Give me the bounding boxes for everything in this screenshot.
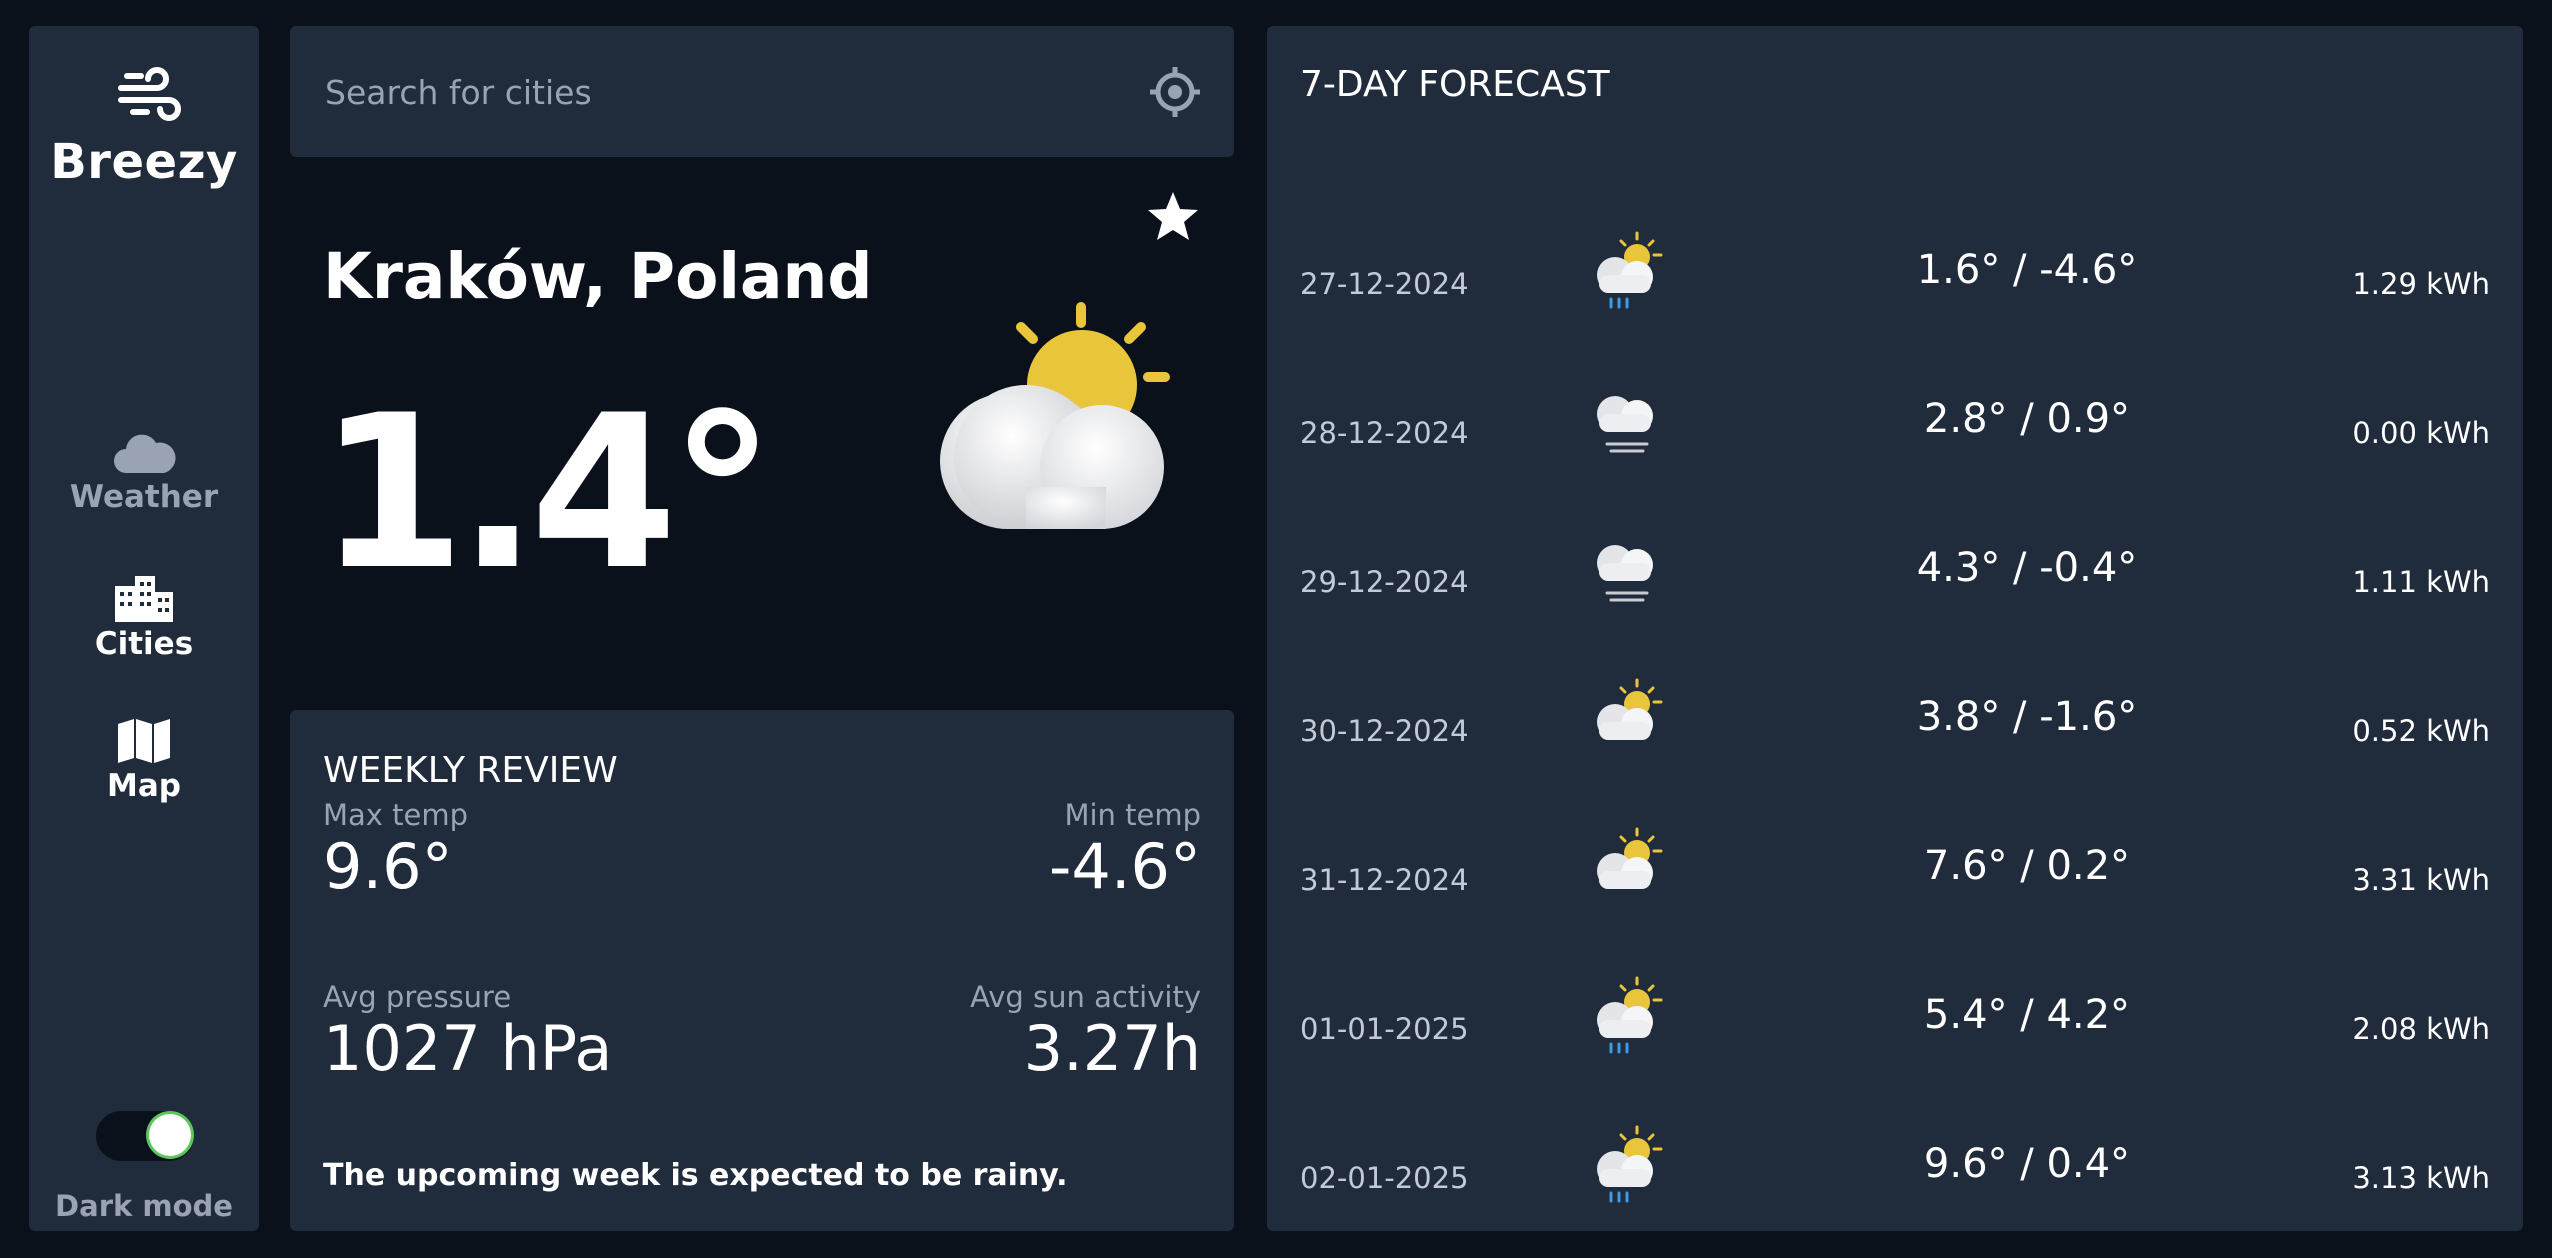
forecast-panel: 7-DAY FORECAST 27-12-2024 1.6° / -4.6° 1.2… [1267,26,2523,1231]
forecast-date: 28-12-2024 [1300,416,1469,450]
forecast-date: 02-01-2025 [1300,1161,1469,1195]
weekly-review-title: WEEKLY REVIEW [323,750,618,791]
forecast-energy: 1.29 kWh [2352,267,2490,301]
sun-cloud-icon [1597,827,1663,889]
forecast-energy: 1.11 kWh [2352,565,2490,599]
cloud-fog-icon [1597,545,1653,602]
nav-map-label: Map [107,768,181,804]
forecast-date: 27-12-2024 [1300,267,1469,301]
buildings-icon [115,576,173,622]
partly-cloudy-icon [940,302,1170,530]
avg-pressure-value: 1027 hPa [323,1012,613,1085]
sun-cloud-icon [1597,678,1663,740]
dark-mode-label: Dark mode [55,1189,233,1223]
current-weather: Kraków, Poland 1.4° [290,157,1234,710]
nav-cities[interactable]: Cities [29,574,259,662]
forecast-row: 29-12-2024 4.3° / -0.4° 1.11 kWh [1267,519,2523,639]
forecast-temps: 4.3° / -0.4° [1916,545,2138,591]
sun-cloud-rain-icon [1597,976,1663,1054]
forecast-row: 28-12-2024 2.8° / 0.9° 0.00 kWh [1267,370,2523,490]
min-temp-value: -4.6° [1049,830,1201,903]
forecast-energy: 2.08 kWh [2352,1012,2490,1046]
forecast-temps: 7.6° / 0.2° [1923,843,2131,889]
avg-pressure-label: Avg pressure [323,980,512,1014]
forecast-row: 02-01-2025 9.6° / 0.4° 3.13 kWh [1267,1115,2523,1235]
dark-mode-toggle[interactable] [96,1111,194,1161]
forecast-row: 01-01-2025 5.4° / 4.2° 2.08 kWh [1267,966,2523,1086]
forecast-temps: 3.8° / -1.6° [1916,694,2138,740]
city-name: Kraków, Poland [323,240,873,313]
forecast-date: 29-12-2024 [1300,565,1469,599]
forecast-row: 30-12-2024 3.8° / -1.6° 0.52 kWh [1267,668,2523,788]
forecast-temps: 1.6° / -4.6° [1916,247,2138,293]
star-icon[interactable] [1145,189,1201,245]
wind-icon [118,67,181,121]
min-temp-label: Min temp [1064,798,1201,832]
forecast-date: 31-12-2024 [1300,863,1469,897]
forecast-row: 27-12-2024 1.6° / -4.6° 1.29 kWh [1267,221,2523,341]
sun-cloud-rain-icon [1597,1125,1663,1203]
max-temp-label: Max temp [323,798,469,832]
forecast-row: 31-12-2024 7.6° / 0.2° 3.31 kWh [1267,817,2523,937]
forecast-energy: 3.13 kWh [2352,1161,2490,1195]
forecast-date: 30-12-2024 [1300,714,1469,748]
weekly-review: WEEKLY REVIEW Max temp 9.6° Min temp -4.… [290,710,1234,1231]
nav-map[interactable]: Map [29,718,259,804]
sun-cloud-rain-icon [1597,231,1663,309]
avg-sun-value: 3.27h [1023,1012,1201,1085]
forecast-energy: 0.00 kWh [2352,416,2490,450]
weekly-summary: The upcoming week is expected to be rain… [323,1158,1068,1193]
cloud-icon [114,434,176,473]
avg-sun-label: Avg sun activity [970,980,1201,1014]
toggle-knob [149,1114,191,1156]
cloud-fog-icon [1597,396,1653,453]
forecast-date: 01-01-2025 [1300,1012,1469,1046]
forecast-temps: 2.8° / 0.9° [1923,396,2131,442]
forecast-energy: 0.52 kWh [2352,714,2490,748]
forecast-temps: 5.4° / 4.2° [1923,992,2131,1038]
app-name: Breezy [50,134,238,190]
forecast-title: 7-DAY FORECAST [1300,64,1610,105]
search-bar [290,26,1234,157]
locate-icon[interactable] [1148,65,1202,119]
nav-cities-label: Cities [94,626,194,662]
current-temperature: 1.4° [318,369,776,616]
forecast-energy: 3.31 kWh [2352,863,2490,897]
forecast-temps: 9.6° / 0.4° [1923,1141,2131,1187]
map-icon [118,719,170,763]
max-temp-value: 9.6° [323,830,453,903]
nav-weather-label: Weather [69,479,219,515]
search-input[interactable] [323,58,1127,126]
sidebar: Breezy Weather Cities Map Dark mode [29,26,259,1231]
nav-weather[interactable]: Weather [29,431,259,515]
